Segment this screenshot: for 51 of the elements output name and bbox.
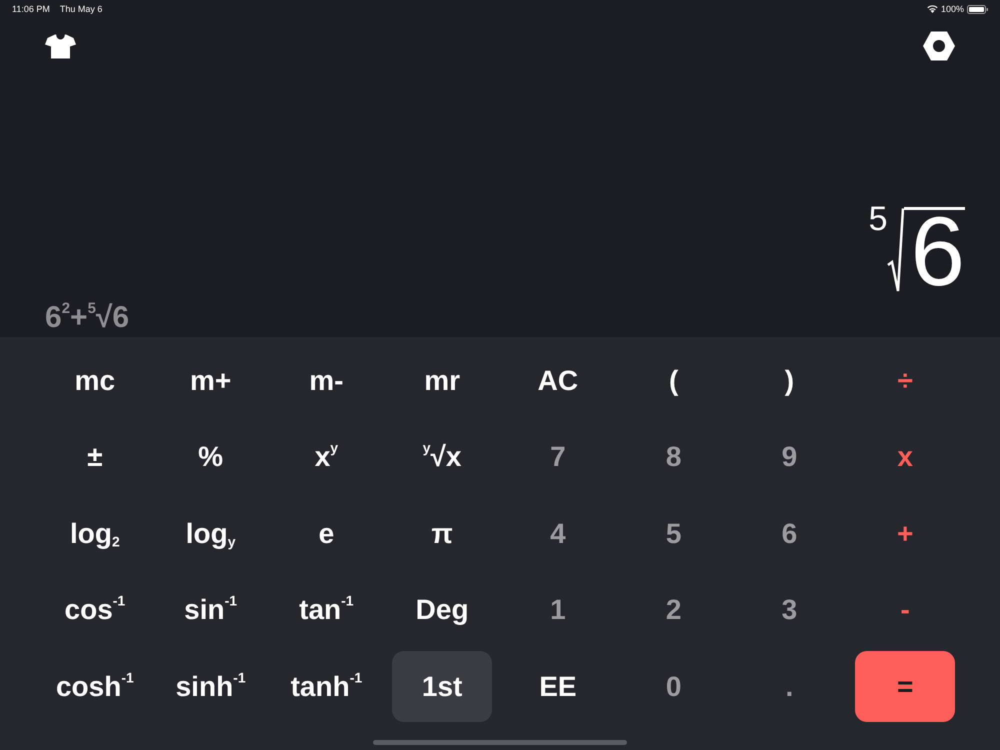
hex-nut-icon[interactable]: [923, 31, 955, 61]
calculator-key[interactable]: 8: [624, 422, 724, 492]
battery-icon: [967, 4, 988, 14]
calculator-key[interactable]: π: [392, 498, 492, 569]
calculator-key[interactable]: Deg: [392, 574, 492, 646]
calculator-key[interactable]: +: [855, 498, 955, 569]
calculator-key[interactable]: x: [855, 422, 955, 492]
calculator-key[interactable]: log$_{2}$: [45, 498, 145, 569]
calculator-key[interactable]: %: [160, 422, 260, 492]
calculator-key[interactable]: ÷: [855, 345, 955, 416]
status-time: 11:06 PM: [12, 4, 50, 14]
calculator-key[interactable]: 2: [624, 574, 724, 646]
calculator-key[interactable]: 9: [740, 422, 840, 492]
status-date: Thu May 6: [60, 4, 102, 14]
calculator-key[interactable]: tan$^{-1}$: [276, 574, 376, 646]
calculator-key[interactable]: m-: [276, 345, 376, 416]
battery-percent: 100%: [940, 4, 964, 14]
calculator-key[interactable]: tanh$^{-1}$: [276, 651, 376, 722]
result-radicand: 6: [904, 206, 965, 293]
calculator-key[interactable]: 3: [740, 574, 840, 646]
calculator-key[interactable]: 5: [624, 498, 724, 569]
calculator-key[interactable]: -: [855, 574, 955, 646]
calculator-key[interactable]: 1st: [392, 651, 492, 722]
calculator-key[interactable]: (: [624, 345, 724, 416]
calculator-key[interactable]: sinh$^{-1}$: [160, 651, 260, 722]
calculator-key[interactable]: cos$^{-1}$: [45, 574, 145, 646]
calculator-key[interactable]: .: [740, 651, 840, 722]
root-index: 5: [868, 202, 888, 236]
calculator-key[interactable]: mr: [392, 345, 492, 416]
calculator-key[interactable]: EE: [508, 651, 608, 722]
calculator-key[interactable]: $^{y}$√x: [392, 422, 492, 492]
calculator-key[interactable]: cosh$^{-1}$: [45, 651, 145, 722]
calculator-key[interactable]: =: [855, 651, 955, 722]
radical-sign-icon: [887, 206, 904, 293]
calculator-key[interactable]: 0: [624, 651, 724, 722]
calculator-key[interactable]: AC: [508, 345, 608, 416]
calculator-key[interactable]: ): [740, 345, 840, 416]
calculator-key[interactable]: m+: [160, 345, 260, 416]
calculator-key[interactable]: x$^{y}$: [276, 422, 376, 492]
calculator-key[interactable]: 6: [740, 498, 840, 569]
calculator-key[interactable]: 7: [508, 422, 608, 492]
calculator-key[interactable]: sin$^{-1}$: [160, 574, 260, 646]
calculator-key[interactable]: 4: [508, 498, 608, 569]
wifi-icon: [926, 5, 938, 13]
calculator-key[interactable]: log$_{y}$: [160, 498, 260, 569]
calculator-key[interactable]: e: [276, 498, 376, 569]
calculator-key[interactable]: mc: [45, 345, 145, 416]
calculator-key[interactable]: 1: [508, 574, 608, 646]
calculator-key[interactable]: ±: [45, 422, 145, 492]
shirt-icon[interactable]: [45, 34, 76, 58]
expression-text: 6$^{2}$+$^{5}$√6: [45, 301, 130, 334]
